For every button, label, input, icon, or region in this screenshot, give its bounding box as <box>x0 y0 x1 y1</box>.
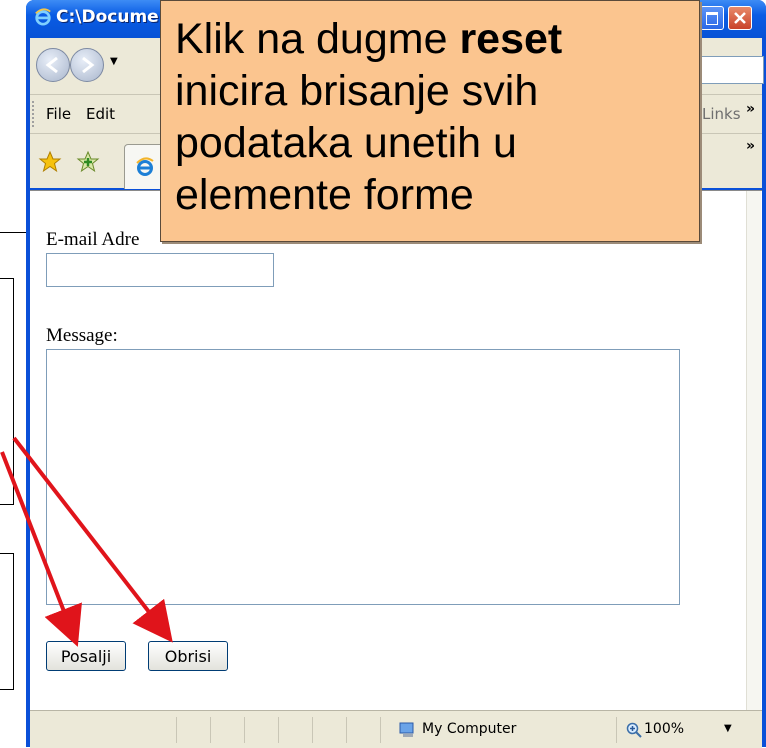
annotation-arrows <box>0 436 173 647</box>
arrow-to-reset <box>12 436 173 643</box>
arrow-to-submit <box>0 451 82 647</box>
